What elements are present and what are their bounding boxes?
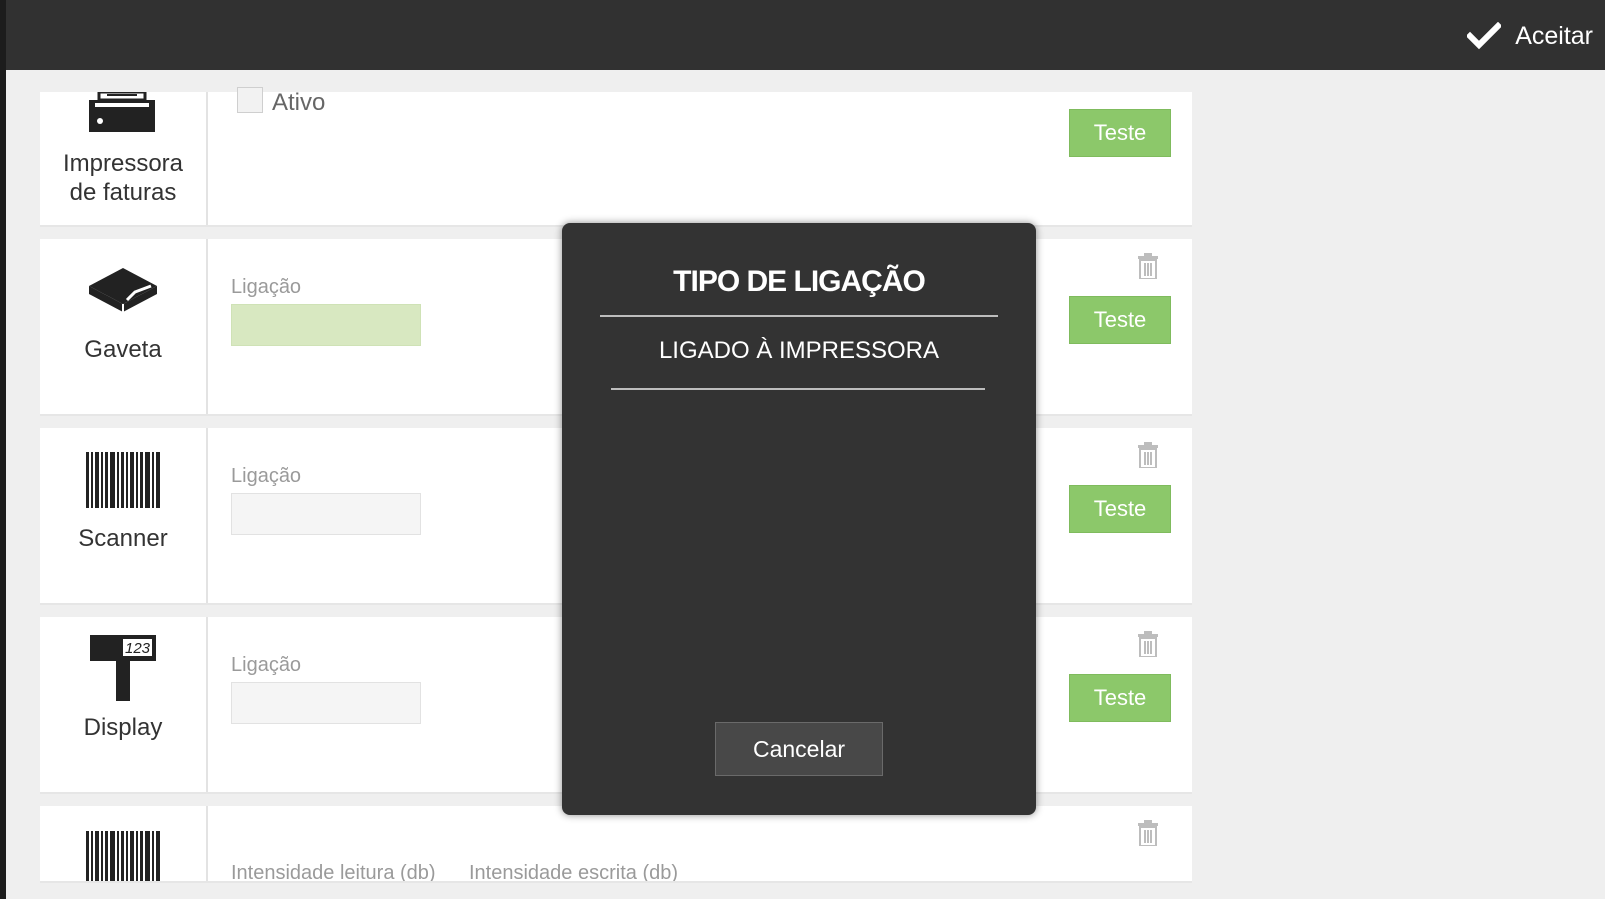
dialog-title: TIPO DE LIGAÇÃO (673, 265, 926, 298)
customer-display-icon: 123 (90, 635, 156, 701)
checkmark-icon (1467, 22, 1502, 50)
device-card-invoice-printer: Impressora de faturas Ativo Teste (40, 87, 1192, 227)
top-bar: Aceitar (6, 0, 1605, 70)
option-connected-to-printer[interactable]: LIGADO À IMPRESSORA (562, 337, 1036, 365)
connection-label: Ligação (231, 465, 302, 487)
test-button[interactable]: Teste (1069, 674, 1171, 722)
write-intensity-label: Intensidade escrita (db) (469, 862, 679, 883)
device-label: Display (83, 714, 163, 741)
device-cell: Gaveta (40, 239, 208, 414)
test-button[interactable]: Teste (1069, 296, 1171, 344)
connection-field[interactable] (231, 304, 421, 346)
read-intensity-label: Intensidade leitura (db) (231, 862, 436, 883)
test-button[interactable]: Teste (1069, 109, 1171, 157)
device-cell: 123 Display (40, 617, 208, 792)
divider (611, 388, 985, 390)
trash-icon[interactable] (1137, 820, 1159, 846)
connection-field[interactable] (231, 493, 421, 535)
device-cell: Scanner (40, 428, 208, 603)
trash-icon[interactable] (1137, 442, 1159, 468)
active-checkbox[interactable] (237, 87, 263, 113)
connection-type-dialog: TIPO DE LIGAÇÃO LIGADO À IMPRESSORA Canc… (562, 223, 1036, 815)
barcode-icon (86, 831, 160, 881)
connection-label: Ligação (231, 654, 302, 676)
device-cell: Impressora de faturas (40, 92, 208, 225)
connection-field[interactable] (231, 682, 421, 724)
accept-label: Aceitar (1515, 21, 1593, 50)
drawer-icon (89, 268, 157, 312)
cancel-button[interactable]: Cancelar (715, 722, 883, 776)
device-card-rfid: Intensidade leitura (db) Intensidade esc… (40, 806, 1192, 883)
divider (600, 315, 998, 317)
device-label: Impressora (62, 150, 184, 177)
device-cell (40, 806, 208, 881)
device-label: Scanner (78, 525, 168, 552)
trash-icon[interactable] (1137, 253, 1159, 279)
connection-label: Ligação (231, 276, 302, 298)
active-checkbox-label: Ativo (272, 89, 326, 116)
device-label: Gaveta (84, 336, 162, 363)
accept-button[interactable]: Aceitar (1467, 18, 1593, 54)
device-label-line2: de faturas (69, 179, 177, 206)
display-readout: 123 (125, 640, 151, 657)
trash-icon[interactable] (1137, 631, 1159, 657)
barcode-icon (86, 452, 160, 508)
test-button[interactable]: Teste (1069, 485, 1171, 533)
printer-icon (89, 92, 155, 132)
